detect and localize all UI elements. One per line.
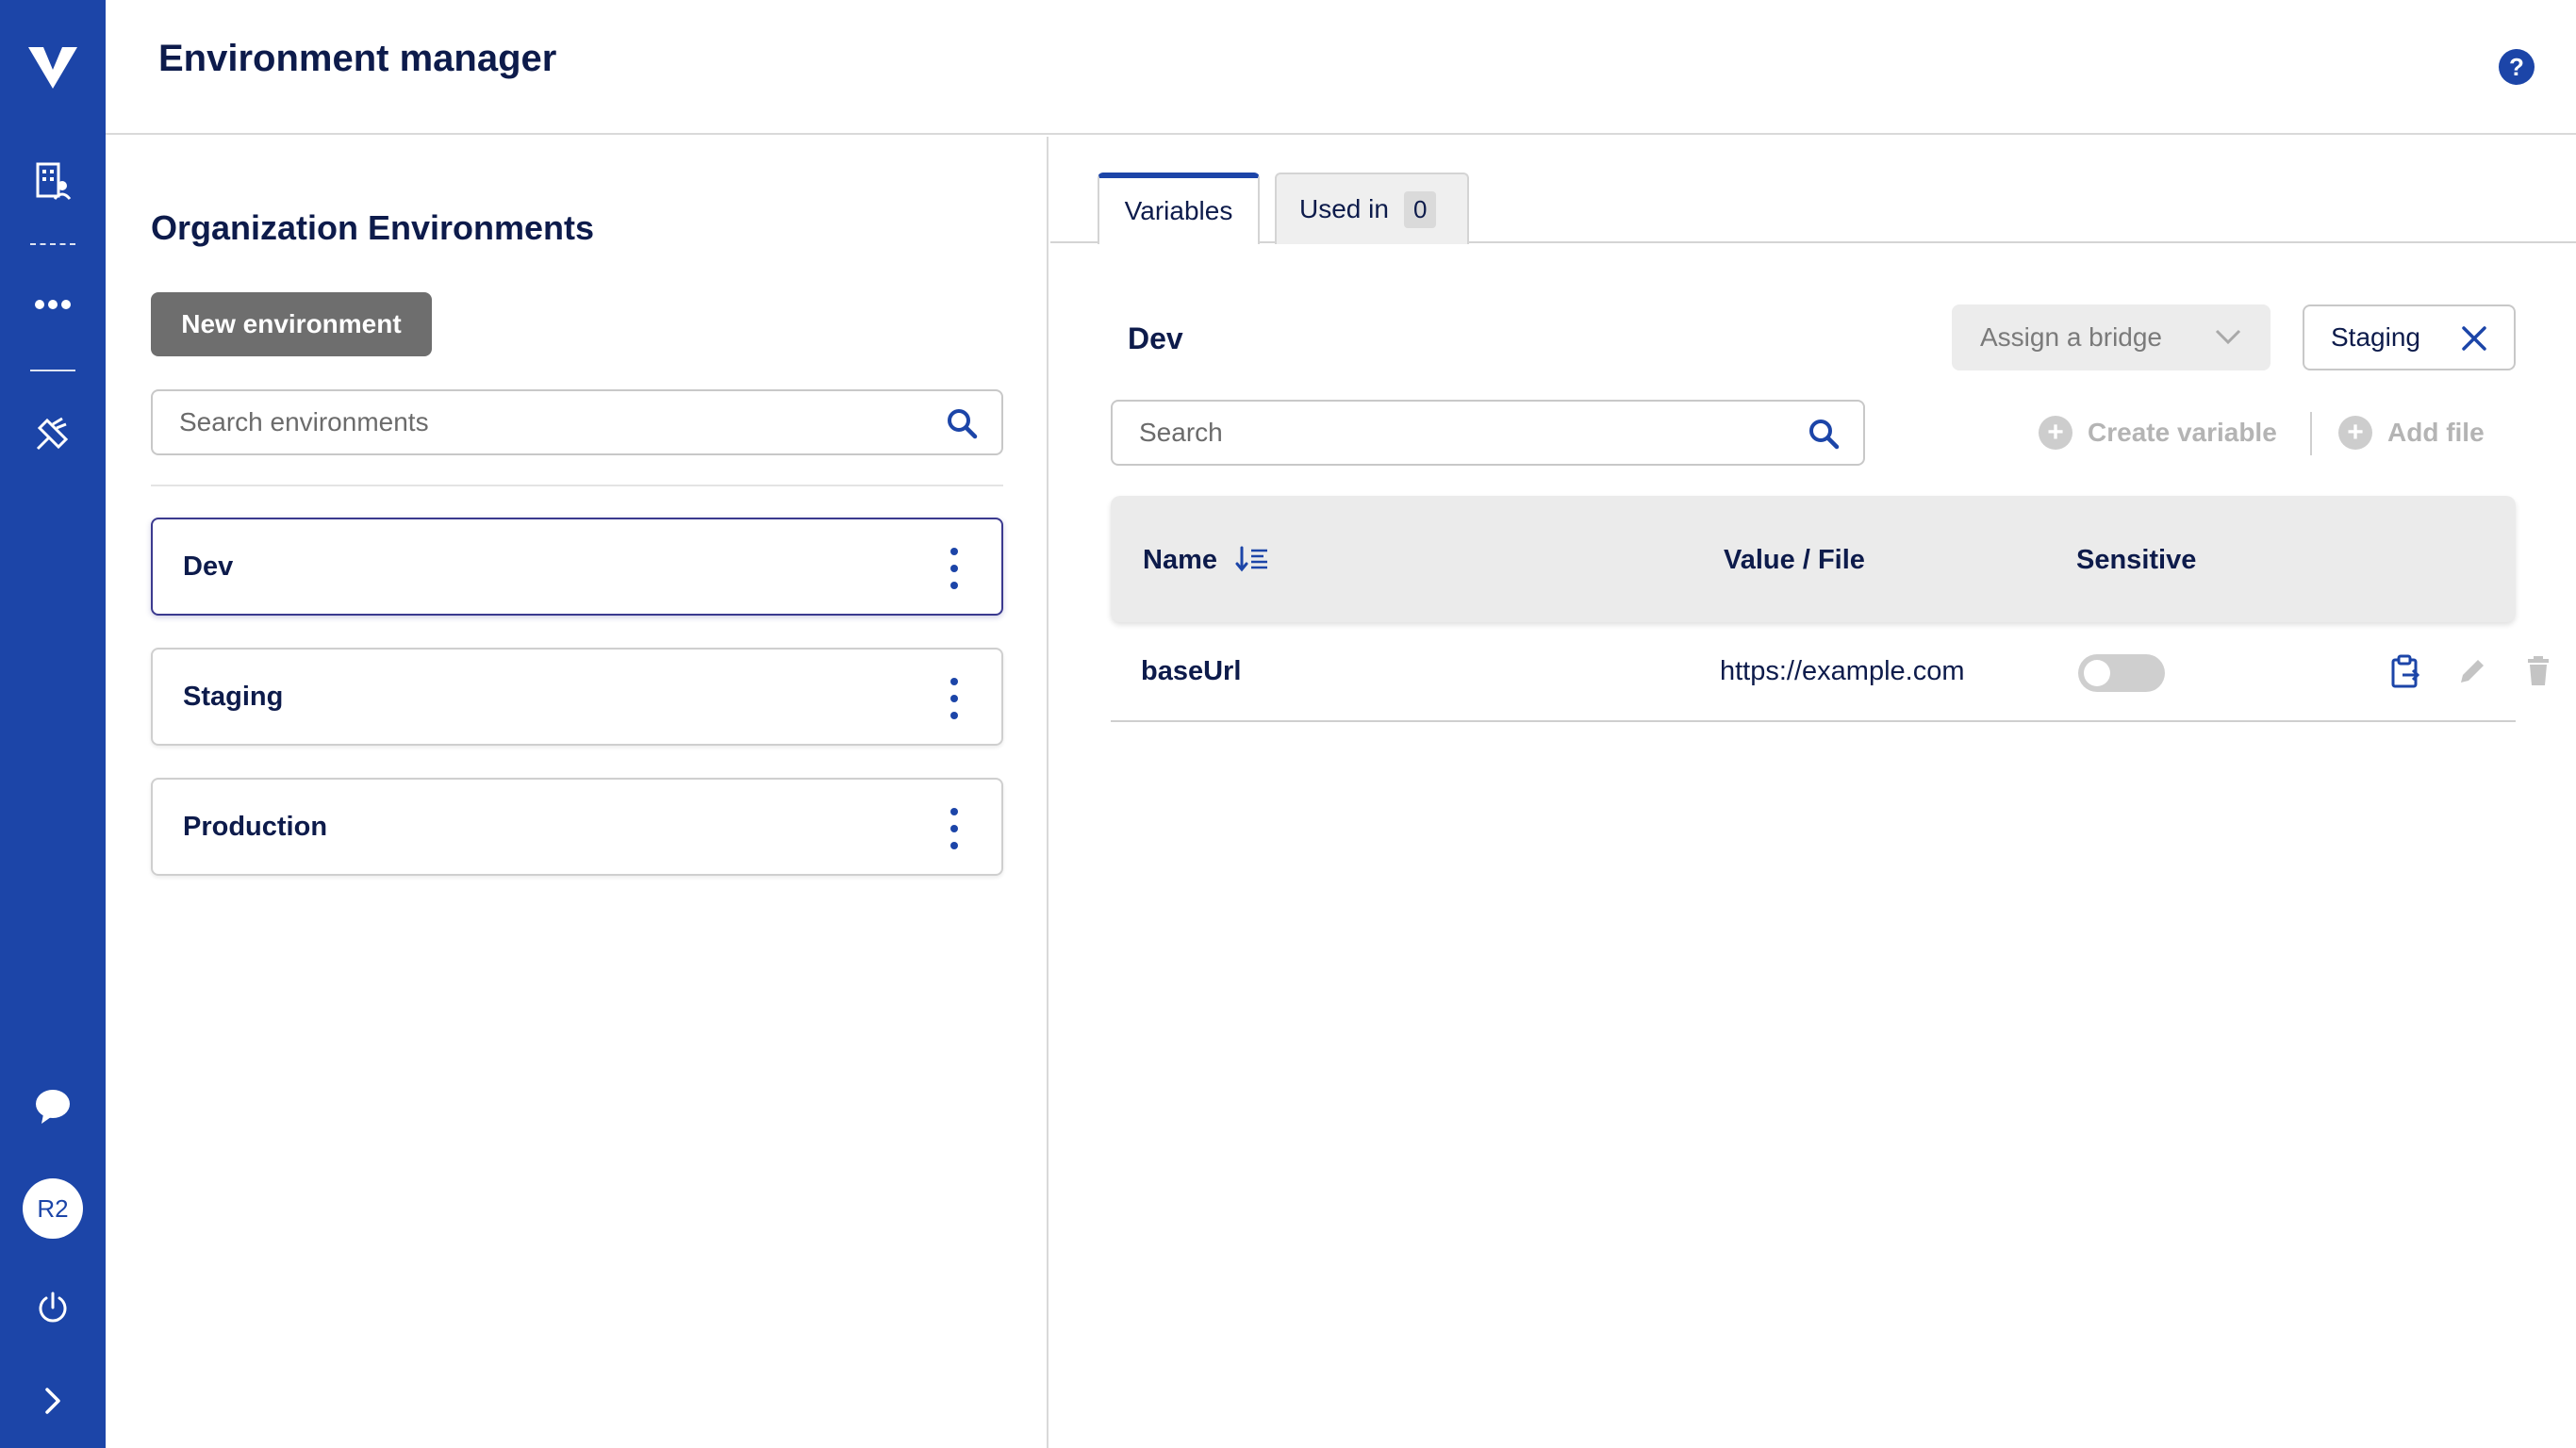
chat-icon (36, 1090, 70, 1124)
tab-variables[interactable]: Variables (1098, 173, 1260, 244)
chevron-down-icon (2215, 329, 2241, 345)
environment-name: Production (183, 812, 328, 842)
sidebar-divider (30, 370, 75, 371)
logo-icon (28, 47, 77, 89)
sidebar-divider (30, 243, 75, 245)
tools-icon (36, 417, 69, 451)
column-header-sensitive: Sensitive (2076, 545, 2197, 575)
close-icon[interactable] (2459, 323, 2489, 354)
assign-bridge-select[interactable]: Assign a bridge (1952, 304, 2271, 370)
add-file-button[interactable]: + Add file (2338, 410, 2485, 455)
environment-item-production[interactable]: Production (151, 778, 1003, 876)
kebab-menu-icon[interactable] (945, 678, 964, 719)
environments-panel: Organization Environments New environmen… (106, 137, 1049, 1448)
environment-heading: Dev (1128, 321, 1183, 355)
plus-icon: + (2039, 416, 2072, 450)
variable-search (1111, 400, 1865, 466)
section-title: Organization Environments (151, 208, 595, 247)
tab-label: Used in (1299, 194, 1389, 223)
delete-icon[interactable] (2519, 652, 2557, 690)
sidebar-item-tools[interactable] (0, 411, 106, 456)
sidebar-expand-button[interactable] (0, 1382, 106, 1420)
kebab-menu-icon[interactable] (945, 808, 964, 849)
linked-environment-chip[interactable]: Staging (2303, 304, 2516, 370)
column-header-name[interactable]: Name (1143, 545, 1217, 576)
select-placeholder: Assign a bridge (1980, 322, 2163, 352)
edit-icon[interactable] (2453, 652, 2491, 690)
table-header: Name Value / File Sensitive (1111, 496, 2516, 622)
tab-label: Variables (1124, 196, 1233, 225)
variable-name: baseUrl (1141, 656, 1242, 686)
column-header-value: Value / File (1724, 545, 1865, 575)
variable-value: https://example.com (1720, 656, 1965, 686)
more-icon (35, 300, 71, 309)
tab-used-in[interactable]: Used in 0 (1275, 173, 1469, 244)
sidebar-item-more[interactable] (0, 288, 106, 321)
power-icon (39, 1292, 67, 1323)
environment-search-input[interactable] (179, 391, 915, 453)
environment-name: Dev (183, 551, 234, 582)
clipboard-icon[interactable] (2387, 652, 2425, 690)
divider (2310, 412, 2312, 455)
avatar: R2 (23, 1178, 83, 1239)
divider (151, 485, 1003, 486)
search-icon[interactable] (1807, 417, 1841, 451)
sort-ascending-icon[interactable] (1235, 545, 1269, 573)
environment-name: Staging (183, 682, 284, 712)
help-icon[interactable]: ? (2499, 49, 2535, 85)
chevron-right-icon (45, 1388, 60, 1414)
logo[interactable] (0, 34, 106, 100)
environment-detail-panel: Variables Used in 0 Dev Assign a bridge … (1050, 137, 2576, 1448)
search-icon[interactable] (945, 406, 979, 440)
count-badge: 0 (1403, 190, 1437, 228)
tab-bar: Variables Used in 0 (1050, 137, 2576, 244)
plus-icon: + (2338, 416, 2372, 450)
create-variable-button[interactable]: + Create variable (2039, 410, 2277, 455)
organization-icon (36, 162, 72, 200)
sidebar-item-organization[interactable] (0, 158, 106, 204)
new-environment-button[interactable]: New environment (151, 292, 432, 356)
header: Environment manager ? (106, 0, 2576, 135)
sidebar-item-profile[interactable]: R2 (0, 1176, 106, 1241)
button-label: Create variable (2088, 418, 2277, 447)
button-label: Add file (2387, 418, 2485, 447)
sidebar-item-logout[interactable] (0, 1288, 106, 1327)
sidebar: R2 (0, 0, 106, 1448)
table-row: baseUrl https://example.com (1111, 622, 2549, 722)
environment-search (151, 389, 1003, 455)
kebab-menu-icon[interactable] (945, 548, 964, 589)
sensitive-toggle[interactable] (2078, 654, 2165, 692)
chip-label: Staging (2331, 322, 2420, 352)
environment-item-staging[interactable]: Staging (151, 648, 1003, 746)
variable-search-input[interactable] (1139, 402, 1780, 464)
environment-item-dev[interactable]: Dev (151, 518, 1003, 616)
sidebar-item-chat[interactable] (0, 1084, 106, 1129)
page-title: Environment manager (158, 38, 557, 79)
